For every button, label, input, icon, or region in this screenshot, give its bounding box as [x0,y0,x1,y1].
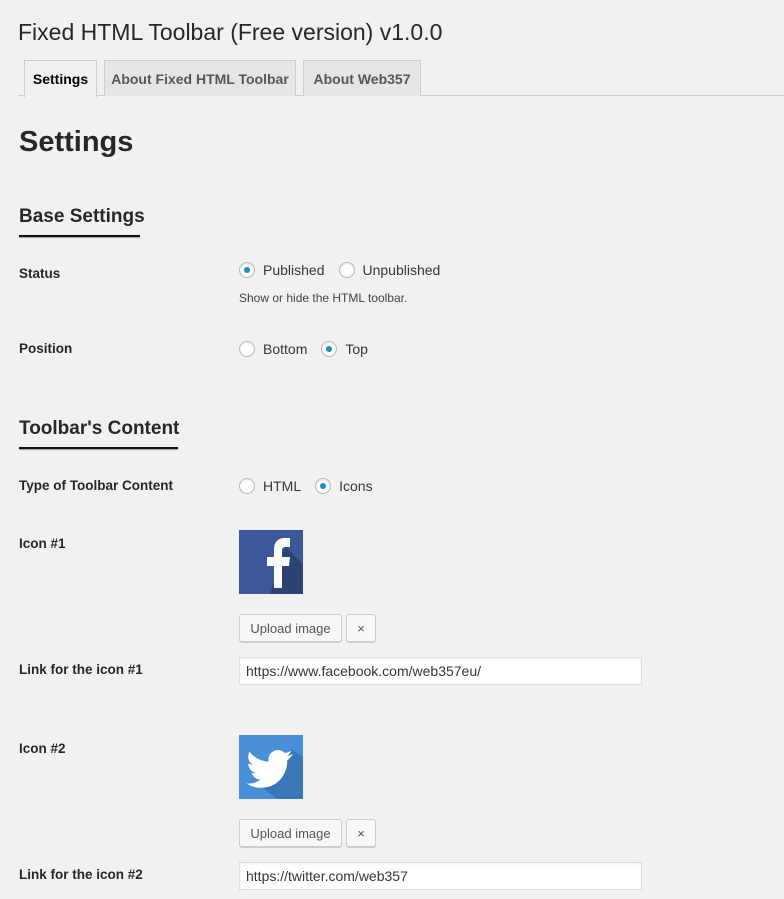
icon-2-upload-image-button[interactable]: Upload image [239,819,342,847]
section-underline [19,235,140,237]
tab-about-fixed-html-toolbar[interactable]: About Fixed HTML Toolbar [104,60,296,96]
status-description: Show or hide the HTML toolbar. [239,291,408,305]
status-label: Status [19,266,61,281]
position-label: Position [19,341,73,356]
radio-checked-dot [244,267,250,273]
position-top-radio[interactable] [321,341,338,357]
type-html-radio[interactable] [239,478,255,494]
page-title: Settings [19,126,134,158]
radio-checked-dot [320,483,327,489]
type-icons-label[interactable]: Icons [339,478,372,494]
status-radio-group: Published Unpublished [239,262,454,278]
icon-1-link-label: Link for the icon #1 [19,662,143,677]
status-published-radio[interactable] [239,262,255,278]
icon-1-label: Icon #1 [19,536,66,551]
type-html-label[interactable]: HTML [263,478,301,494]
facebook-icon-graphic [239,530,303,594]
tab-settings[interactable]: Settings [24,60,97,97]
type-icons-radio[interactable] [315,478,332,494]
tab-about-web357[interactable]: About Web357 [303,60,421,96]
icon-1-link-input[interactable] [239,657,642,685]
position-bottom-label[interactable]: Bottom [263,341,307,357]
app-title: Fixed HTML Toolbar (Free version) v1.0.0 [18,19,443,45]
position-top-label[interactable]: Top [345,341,368,357]
facebook-icon [239,530,303,594]
position-bottom-radio[interactable] [239,341,255,357]
status-published-label[interactable]: Published [263,262,325,278]
status-unpublished-label[interactable]: Unpublished [363,262,441,278]
icon-2-remove-image-button[interactable]: × [346,819,376,847]
icon-1-remove-image-button[interactable]: × [346,614,376,642]
toolbar-type-radio-group: HTML Icons [239,478,387,494]
twitter-icon-graphic [239,735,303,799]
position-radio-group: Bottom Top [239,341,382,357]
twitter-icon [239,735,303,799]
section-title-base-settings: Base Settings [19,206,145,227]
radio-checked-dot [326,346,333,352]
icon-2-link-label: Link for the icon #2 [19,867,143,882]
toolbar-type-label: Type of Toolbar Content [19,478,173,493]
icon-2-label: Icon #2 [19,741,66,756]
icon-1-upload-image-button[interactable]: Upload image [239,614,342,642]
section-underline [19,447,178,449]
status-unpublished-radio[interactable] [338,262,355,278]
section-title-toolbar-content: Toolbar's Content [19,418,180,439]
icon-2-link-input[interactable] [239,862,642,890]
